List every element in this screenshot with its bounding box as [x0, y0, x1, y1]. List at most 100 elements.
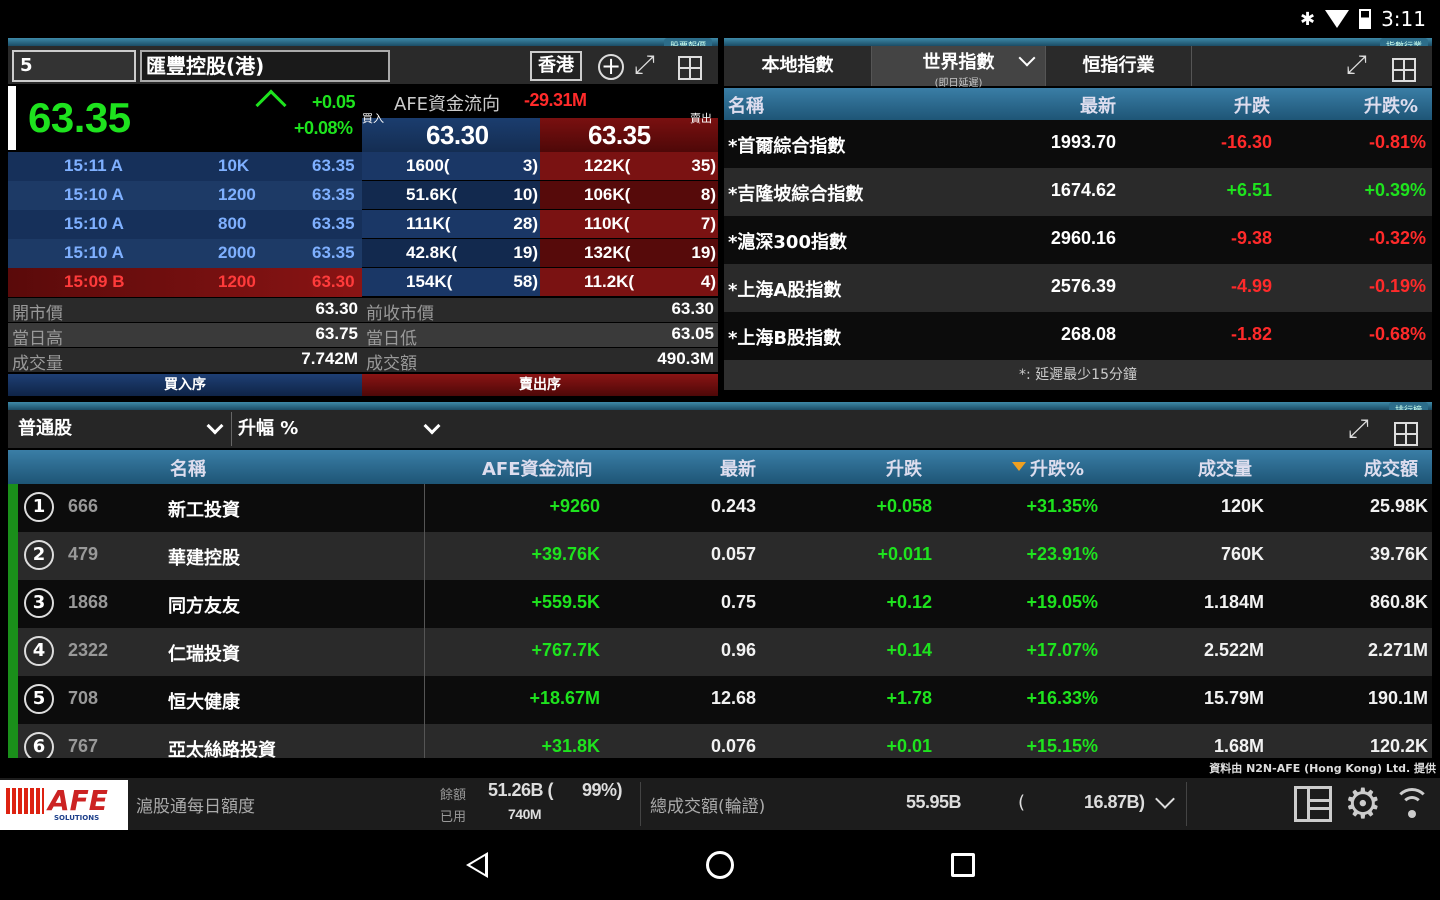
stat-value: 63.30 [315, 299, 358, 318]
tab-label: 本地指數 [761, 55, 834, 76]
table-row[interactable]: 1 666 新工投資 +9260 0.243 +0.058 +31.35% 120K 25.98… [8, 484, 1432, 532]
home-icon[interactable] [706, 851, 734, 879]
stats-row: 當日高 63.75 當日低 63.05 [8, 323, 718, 349]
table-row[interactable]: 5 708 恒大健康 +18.67M 12.68 +1.78 +16.33% 15.79M 19… [8, 676, 1432, 724]
sort-dropdown[interactable]: 升幅 % [234, 412, 450, 446]
expand-icon[interactable]: ⤢ [1348, 414, 1369, 445]
chevron-down-icon[interactable] [1155, 789, 1175, 809]
trade-price: 63.35 [312, 185, 355, 204]
stock-name: 同方友友 [168, 596, 240, 617]
index-row[interactable]: *吉隆坡綜合指數 1674.62 +6.51 +0.39% [724, 168, 1432, 216]
queue-row: 51.6K(10) [362, 181, 540, 210]
stock-code: 5 [20, 55, 33, 76]
logo-sub: SOLUTIONS [54, 814, 100, 822]
tab-hsi-industry[interactable]: 恒指行業 [1046, 46, 1192, 86]
paren-open: ( [1018, 792, 1026, 813]
col-change-pct: 升跌% [1364, 96, 1419, 117]
index-last: 268.08 [1060, 324, 1116, 344]
queue-row: 106K(8) [540, 181, 718, 210]
last-price: 0.96 [720, 640, 756, 660]
recents-icon[interactable] [951, 853, 975, 877]
price-change-pct: +31.35% [1026, 496, 1098, 516]
col-change: 升跌 [886, 459, 922, 480]
layout-icon[interactable] [1294, 786, 1332, 822]
trade-volume: 10K [218, 156, 250, 175]
add-icon[interactable]: + [598, 54, 624, 80]
sell-queue-button[interactable]: 賣出序 [362, 374, 718, 396]
queue-count: 19) [691, 243, 716, 262]
stock-code: 2322 [68, 640, 109, 660]
layout-grid-icon[interactable] [1394, 422, 1418, 446]
layout-grid-icon[interactable] [678, 56, 702, 80]
queue-count: 3) [522, 156, 538, 175]
index-change-pct: -0.32% [1368, 228, 1426, 248]
trade-time: 15:10 A [64, 185, 124, 204]
stock-code: 1868 [68, 592, 109, 612]
turnover: 120.2K [1369, 736, 1428, 756]
index-change: -9.38 [1230, 228, 1272, 248]
col-change-pct[interactable]: 升跌% [1030, 455, 1084, 481]
price-change-pct: +0.08% [294, 118, 353, 138]
expand-icon[interactable]: ⤢ [634, 50, 655, 81]
tab-world-index[interactable]: 世界指數 (即日延遲) [872, 46, 1046, 89]
trade-volume: 2000 [218, 243, 256, 262]
afe-value: +767.7K [531, 640, 600, 660]
index-row[interactable]: *上海A股指數 2576.39 -4.99 -0.19% [724, 264, 1432, 312]
queue-volume: 122K( [584, 156, 631, 175]
rank-badge: 5 [24, 684, 54, 714]
index-row[interactable]: *首爾綜合指數 1993.70 -16.30 -0.81% [724, 120, 1432, 168]
index-name: *上海B股指數 [728, 328, 842, 349]
index-last: 1674.62 [1050, 180, 1116, 200]
queue-row: 154K(58) [362, 268, 540, 297]
trade-time: 15:10 A [64, 214, 124, 233]
tab-label: 世界指數 [922, 52, 995, 73]
trade-volume: 1200 [218, 272, 256, 291]
index-name: *首爾綜合指數 [728, 136, 846, 157]
afe-value: +559.5K [531, 592, 600, 612]
index-change: -4.99 [1230, 276, 1272, 296]
category-dropdown[interactable]: 普通股 [12, 412, 232, 446]
market-button[interactable]: 香港 [530, 51, 582, 81]
wifi-signal-icon[interactable] [1394, 788, 1430, 824]
stock-name: 亞太絲路投資 [168, 740, 276, 758]
index-row[interactable]: *上海B股指數 268.08 -1.82 -0.68% [724, 312, 1432, 360]
logo-mark-icon [6, 788, 44, 814]
index-last: 2960.16 [1050, 228, 1116, 248]
queue-volume: 42.8K( [406, 243, 458, 262]
back-icon[interactable] [466, 852, 488, 878]
index-row[interactable]: *滬深300指數 2960.16 -9.38 -0.32% [724, 216, 1432, 264]
expand-icon[interactable]: ⤢ [1346, 50, 1367, 81]
ask-label: 賣出 [690, 112, 712, 125]
table-row[interactable]: 6 767 亞太絲路投資 +31.8K 0.076 +0.01 +15.15% 1.68M 12… [8, 724, 1432, 758]
stock-name: 華建控股 [168, 548, 240, 569]
trade-list: 15:11 A 10K 63.35 15:10 A 1200 63.35 15:10 A 80… [8, 152, 362, 298]
index-change-pct: -0.68% [1368, 324, 1426, 344]
table-row[interactable]: 4 2322 仁瑞投資 +767.7K 0.96 +0.14 +17.07% 2.522M 2.… [8, 628, 1432, 676]
nav-bar [0, 830, 1440, 900]
buy-queue-button[interactable]: 買入序 [8, 374, 362, 396]
logo-text: AFE [48, 784, 108, 817]
turnover: 860.8K [1369, 592, 1428, 612]
table-row[interactable]: 2 479 華建控股 +39.76K 0.057 +0.011 +23.91% 760K 39.… [8, 532, 1432, 580]
last-price: 0.75 [720, 592, 756, 612]
queue-volume: 132K( [584, 243, 631, 262]
afe-value: +9260 [549, 496, 600, 516]
price-change: +0.14 [886, 640, 932, 660]
col-volume: 成交量 [1198, 459, 1252, 480]
chevron-down-icon [423, 417, 441, 435]
layout-grid-icon[interactable] [1392, 58, 1416, 82]
last-price: 12.68 [710, 688, 756, 708]
settings-gear-icon[interactable]: ⚙ [1344, 782, 1382, 826]
ask-queue: 122K(35) 106K(8) 110K(7) 132K(19) 11.2K(4) [540, 152, 718, 298]
price-change: +0.05 [312, 92, 356, 112]
trade-time: 15:09 B [64, 272, 125, 291]
afe-logo[interactable]: AFE SOLUTIONS [0, 780, 128, 830]
remain-label: 餘額 [440, 788, 467, 803]
tab-local-index[interactable]: 本地指數 [724, 46, 872, 86]
queue-count: 35) [691, 156, 716, 175]
table-row[interactable]: 3 1868 同方友友 +559.5K 0.75 +0.12 +19.05% 1.184M 86… [8, 580, 1432, 628]
afe-label: AFE資金流向 [394, 94, 501, 115]
trade-price: 63.35 [312, 214, 355, 233]
stock-name: 恒大健康 [168, 692, 240, 713]
stock-code-input[interactable]: 5 [12, 50, 136, 82]
